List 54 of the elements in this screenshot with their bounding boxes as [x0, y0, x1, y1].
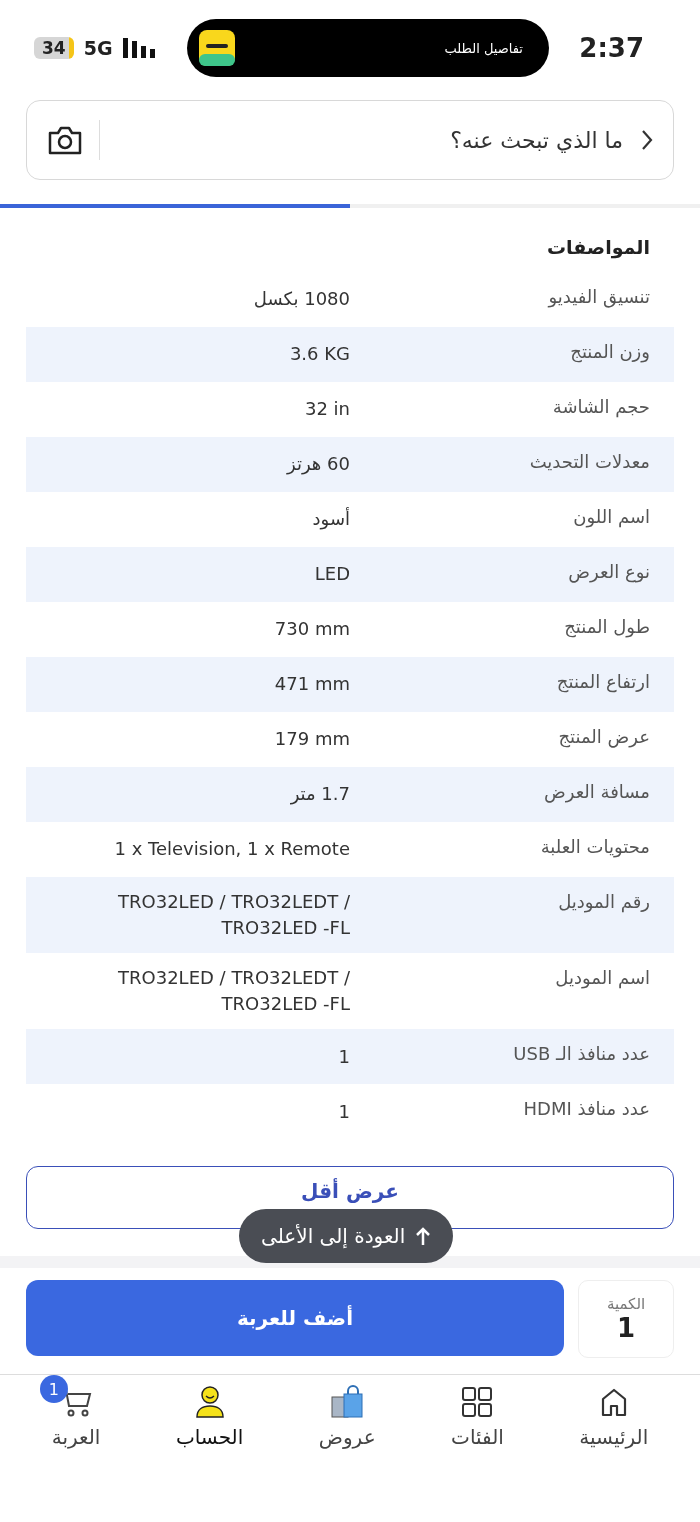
- quantity-label: الكمية: [606, 1295, 646, 1314]
- spec-label: وزن المنتج: [569, 340, 651, 362]
- clock: 2:37: [579, 33, 644, 63]
- spec-label: رقم الموديل: [557, 890, 651, 912]
- spec-label: عدد منافذ HDMI: [522, 1097, 651, 1120]
- spec-value: 1.7 متر: [289, 782, 350, 807]
- network-type: 5G: [83, 37, 113, 59]
- shopping-bag-icon: [330, 1385, 365, 1420]
- spec-value: 3.6 KG: [288, 342, 350, 367]
- dynamic-island[interactable]: تفاصيل الطلب: [186, 19, 549, 77]
- spec-label: ارتفاع المنتج: [555, 670, 651, 692]
- spec-value: 179 mm: [273, 727, 350, 752]
- cart-count-badge: 1: [39, 1375, 68, 1404]
- spec-label: عدد منافذ الـ USB: [512, 1042, 651, 1065]
- spec-label: عرض المنتج: [557, 725, 651, 747]
- section-title: المواصفات: [545, 235, 651, 261]
- spec-label: اسم اللون: [572, 505, 651, 527]
- signal-icon: [122, 38, 157, 58]
- search-field[interactable]: ما الذي تبحث عنه؟: [26, 100, 674, 180]
- spec-value: 60 هرتز: [285, 452, 350, 477]
- spec-value: LED: [313, 562, 350, 587]
- spec-label: نوع العرض: [567, 560, 651, 582]
- spec-value: 1080 بكسل: [252, 287, 350, 312]
- arrow-up-icon: [415, 1226, 432, 1247]
- spec-label: محتويات العلبة: [539, 835, 651, 857]
- camera-icon[interactable]: [47, 124, 83, 156]
- quantity-value: 1: [616, 1313, 636, 1344]
- back-to-top-button[interactable]: العودة إلى الأعلى: [239, 1209, 454, 1264]
- spec-value: أسود: [311, 506, 350, 532]
- spec-label: طول المنتج: [563, 615, 651, 637]
- spec-value: 730 mm: [273, 617, 350, 642]
- nav-tab[interactable]: عروض: [310, 1385, 384, 1450]
- app-logo-icon: [198, 30, 235, 66]
- spec-label: اسم الموديل: [554, 966, 651, 989]
- spec-value: 1: [337, 1044, 350, 1069]
- spec-value: 1: [337, 1099, 350, 1124]
- nav-tab[interactable]: الحساب: [167, 1385, 252, 1450]
- add-to-cart-button[interactable]: أضف للعربة: [26, 1280, 564, 1357]
- search-placeholder: ما الذي تبحث عنه؟: [449, 127, 623, 153]
- spec-value: 1 x Television, 1 x Remote: [113, 837, 350, 862]
- battery-level: 34: [42, 38, 66, 58]
- activity-label: تفاصيل الطلب: [444, 40, 523, 56]
- spec-value: 32 in: [303, 397, 350, 422]
- spec-label: تنسيق الفيديو: [546, 285, 651, 307]
- nav-tab[interactable]: الفئات: [443, 1385, 512, 1450]
- chevron-icon: [639, 128, 653, 152]
- spec-label: معدلات التحديث: [528, 450, 651, 472]
- spec-label: حجم الشاشة: [551, 395, 651, 417]
- grid-icon: [460, 1385, 495, 1420]
- nav-tab[interactable]: الرئيسية: [571, 1385, 657, 1450]
- spec-value: TRO32LED / TRO32LEDT / TRO32LED -FL: [117, 890, 350, 941]
- spec-value: TRO32LED / TRO32LEDT / TRO32LED -FL: [117, 966, 350, 1017]
- spec-value: 471 mm: [273, 672, 350, 697]
- spec-label: مسافة العرض: [542, 780, 651, 802]
